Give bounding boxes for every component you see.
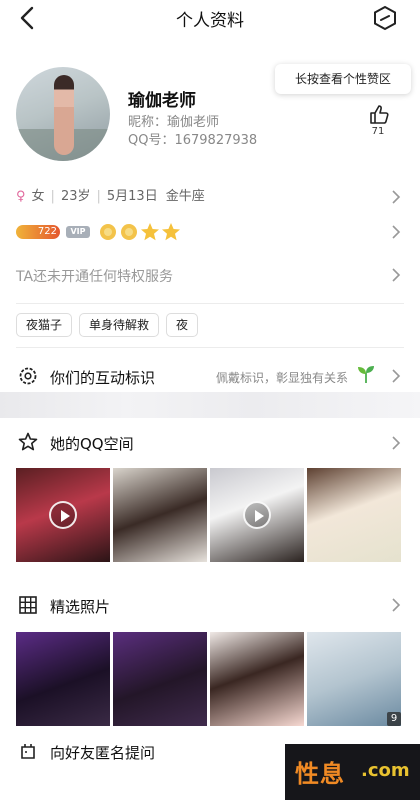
age: 23岁 bbox=[60, 189, 91, 204]
interaction-title[interactable]: 你们的互动标识 bbox=[50, 367, 155, 388]
tag[interactable]: 单身待解救 bbox=[79, 313, 159, 337]
interaction-note: 佩戴标识，彰显独有关系 bbox=[216, 371, 349, 385]
ask-title[interactable]: 向好友匿名提问 bbox=[50, 742, 155, 763]
thumb-up-icon[interactable] bbox=[368, 103, 390, 125]
selected-photo[interactable]: 9 bbox=[307, 632, 401, 726]
female-icon: ♀ bbox=[16, 189, 26, 204]
photo-count-badge: 9 bbox=[387, 712, 401, 726]
qzone-photo[interactable] bbox=[307, 468, 401, 562]
basic-info-row[interactable]: ♀ 女 | 23岁 | 5月13日 金牛座 bbox=[16, 185, 205, 204]
coin-badge: 722 bbox=[16, 225, 60, 239]
tag[interactable]: 夜猫子 bbox=[16, 313, 72, 337]
zodiac: 金牛座 bbox=[165, 189, 205, 204]
qzone-photo[interactable] bbox=[16, 468, 110, 562]
qq-number: QQ号：1679827938 bbox=[128, 133, 258, 148]
play-icon bbox=[243, 501, 271, 529]
chevron-right-icon[interactable] bbox=[390, 436, 402, 450]
divider bbox=[16, 347, 404, 348]
grid-icon bbox=[19, 596, 37, 614]
like-count: 71 bbox=[371, 126, 385, 137]
sun-badge-icon bbox=[121, 224, 137, 240]
page-title: 个人资料 bbox=[176, 11, 244, 31]
watermark: 性息 .com bbox=[285, 744, 420, 800]
vip-badge: VIP bbox=[66, 226, 90, 238]
sprout-icon bbox=[358, 366, 374, 383]
selected-photos-title[interactable]: 精选照片 bbox=[50, 596, 110, 617]
sun-badge-icon bbox=[100, 224, 116, 240]
qzone-photo[interactable] bbox=[113, 468, 207, 562]
birthday: 5月13日 bbox=[106, 189, 158, 204]
display-name: 瑜伽老师 bbox=[128, 91, 196, 111]
qzone-photo[interactable] bbox=[210, 468, 304, 562]
star-badge-icon bbox=[141, 223, 159, 241]
selected-photo[interactable] bbox=[16, 632, 110, 726]
question-bag-icon bbox=[21, 744, 35, 759]
gear-icon bbox=[19, 367, 37, 385]
selected-photo[interactable] bbox=[210, 632, 304, 726]
watermark-domain: .com bbox=[361, 760, 410, 781]
gender: 女 bbox=[31, 189, 45, 204]
chevron-right-icon[interactable] bbox=[390, 268, 402, 282]
blurred-strip bbox=[0, 392, 420, 418]
chevron-right-icon[interactable] bbox=[390, 598, 402, 612]
watermark-text: 性息 bbox=[295, 760, 345, 788]
chevron-right-icon[interactable] bbox=[390, 369, 402, 383]
chevron-right-icon[interactable] bbox=[390, 225, 402, 239]
divider bbox=[16, 303, 404, 304]
chevron-right-icon[interactable] bbox=[390, 190, 402, 204]
like-tooltip: 长按查看个性赞区 bbox=[275, 64, 411, 94]
selected-photo[interactable] bbox=[113, 632, 207, 726]
avatar[interactable] bbox=[16, 67, 110, 161]
hexagon-icon[interactable] bbox=[372, 5, 398, 31]
nickname-label: 昵称：瑜伽老师 bbox=[128, 115, 220, 130]
top-bar: 个人资料 bbox=[0, 0, 420, 36]
qzone-title[interactable]: 她的QQ空间 bbox=[50, 433, 134, 454]
privilege-text[interactable]: TA还未开通任何特权服务 bbox=[16, 266, 173, 286]
star-badge-icon bbox=[162, 223, 180, 241]
star-outline-icon bbox=[18, 432, 38, 451]
tag[interactable]: 夜 bbox=[166, 313, 198, 337]
play-icon bbox=[49, 501, 77, 529]
